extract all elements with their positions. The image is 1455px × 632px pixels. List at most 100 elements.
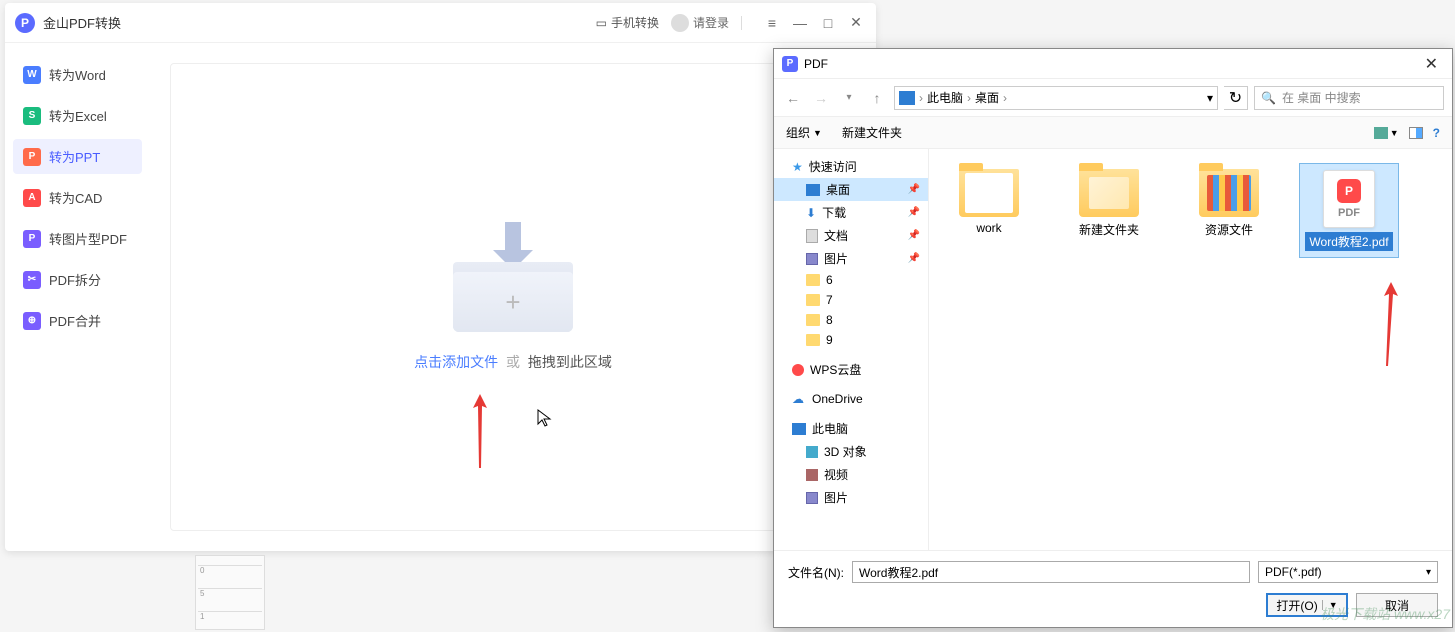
sidebar-item-word[interactable]: W转为Word	[13, 57, 142, 92]
separator	[741, 16, 742, 30]
avatar-icon	[671, 14, 689, 32]
dialog-title: PDF	[804, 57, 1419, 71]
dropzone-text: 点击添加文件 或 拖拽到此区域	[414, 352, 612, 372]
dropzone[interactable]: + 点击添加文件 或 拖拽到此区域	[170, 63, 856, 531]
forward-button[interactable]: →	[810, 87, 832, 109]
pc-icon	[792, 423, 806, 435]
file-item-folder[interactable]: 新建文件夹	[1059, 163, 1159, 258]
minimize-button[interactable]: —	[790, 13, 810, 33]
dialog-bottom: 文件名(N): PDF(*.pdf) ▾ 打开(O)▼ 取消	[774, 550, 1452, 627]
cancel-button[interactable]: 取消	[1356, 593, 1438, 617]
folder-tree: ★快速访问 桌面📌 ⬇下载📌 文档📌 图片📌 6 7 8 9 WPS云盘 ☁On…	[774, 149, 929, 550]
tree-folder-6[interactable]: 6	[774, 270, 928, 290]
pin-icon: 📌	[908, 230, 920, 241]
file-filter-select[interactable]: PDF(*.pdf) ▾	[1258, 561, 1438, 583]
sidebar-item-ppt[interactable]: P 转为PPT	[13, 139, 142, 174]
ppt-icon: P	[23, 148, 41, 166]
excel-icon: S	[23, 107, 41, 125]
file-list: work 新建文件夹 资源文件 P PDF Word教程2.pdf	[929, 149, 1452, 550]
app-title: 金山PDF转换	[43, 13, 596, 32]
folder-icon	[806, 314, 820, 326]
tree-videos[interactable]: 视频	[774, 463, 928, 486]
up-button[interactable]: ↑	[866, 87, 888, 109]
view-mode-button[interactable]: ▼	[1374, 126, 1399, 140]
maximize-button[interactable]: □	[818, 13, 838, 33]
menu-button[interactable]: ≡	[762, 13, 782, 33]
file-label: 新建文件夹	[1079, 221, 1139, 238]
close-button[interactable]: ✕	[846, 13, 866, 33]
tree-this-pc[interactable]: 此电脑	[774, 417, 928, 440]
phone-convert-link[interactable]: ▭ 手机转换	[596, 14, 659, 31]
chevron-right-icon: ›	[1003, 91, 1007, 105]
path-dropdown-icon[interactable]: ▾	[1207, 91, 1213, 105]
dropzone-drag-text: 拖拽到此区域	[528, 354, 612, 370]
sidebar-item-excel[interactable]: S转为Excel	[13, 98, 142, 133]
file-item-folder[interactable]: 资源文件	[1179, 163, 1279, 258]
new-folder-button[interactable]: 新建文件夹	[842, 124, 902, 141]
chevron-right-icon: ›	[919, 91, 923, 105]
login-link[interactable]: 请登录	[671, 14, 729, 32]
search-icon: 🔍	[1261, 91, 1276, 105]
folder-icon	[806, 294, 820, 306]
preview-pane-button[interactable]	[1409, 126, 1423, 140]
dialog-close-button[interactable]: ✕	[1419, 54, 1444, 74]
file-open-dialog: P PDF ✕ ← → ▾ ↑ › 此电脑 › 桌面 › ▾ ↻ 🔍 在 桌面 …	[773, 48, 1453, 628]
tree-onedrive[interactable]: ☁OneDrive	[774, 389, 928, 409]
chevron-down-icon: ▾	[1426, 567, 1431, 578]
sidebar-item-image-pdf[interactable]: P转图片型PDF	[13, 221, 142, 256]
cad-icon: A	[23, 189, 41, 207]
folder-icon	[806, 274, 820, 286]
pin-icon: 📌	[908, 253, 920, 264]
open-button[interactable]: 打开(O)▼	[1266, 593, 1348, 617]
wps-icon	[792, 364, 804, 376]
drive-icon	[899, 91, 915, 105]
onedrive-icon: ☁	[792, 392, 806, 406]
tree-quick-access[interactable]: ★快速访问	[774, 155, 928, 178]
file-label: work	[976, 221, 1001, 235]
refresh-button[interactable]: ↻	[1224, 86, 1248, 110]
tree-pictures-2[interactable]: 图片	[774, 486, 928, 509]
merge-icon: ⊕	[23, 312, 41, 330]
dialog-toolbar: 组织▼ 新建文件夹 ▼ ?	[774, 117, 1452, 149]
3d-icon	[806, 446, 818, 458]
ruler-fragment: 051	[195, 555, 265, 630]
star-icon: ★	[792, 160, 803, 174]
app-logo-icon: P	[15, 13, 35, 33]
main-app-window: P 金山PDF转换 ▭ 手机转换 请登录 ≡ — □ ✕ W转为Word S转为…	[5, 3, 876, 551]
tree-downloads[interactable]: ⬇下载📌	[774, 201, 928, 224]
file-item-folder[interactable]: work	[939, 163, 1039, 258]
filter-value: PDF(*.pdf)	[1265, 565, 1322, 579]
sidebar-item-cad[interactable]: A转为CAD	[13, 180, 142, 215]
path-segment[interactable]: 此电脑	[927, 89, 963, 106]
path-breadcrumb[interactable]: › 此电脑 › 桌面 › ▾	[894, 86, 1218, 110]
tree-3d-objects[interactable]: 3D 对象	[774, 440, 928, 463]
file-item-pdf[interactable]: P PDF Word教程2.pdf	[1299, 163, 1399, 258]
tree-pictures[interactable]: 图片📌	[774, 247, 928, 270]
help-button[interactable]: ?	[1433, 126, 1440, 140]
search-input[interactable]: 🔍 在 桌面 中搜索	[1254, 86, 1444, 110]
sidebar-item-label: 转图片型PDF	[49, 229, 127, 248]
sidebar-item-merge[interactable]: ⊕PDF合并	[13, 303, 142, 338]
dropzone-click-text: 点击添加文件	[414, 354, 498, 370]
chevron-down-icon: ▼	[1322, 600, 1338, 610]
phone-convert-label: 手机转换	[611, 14, 659, 31]
video-icon	[806, 469, 818, 481]
annotation-arrow-icon	[465, 390, 495, 470]
back-button[interactable]: ←	[782, 87, 804, 109]
tree-desktop[interactable]: 桌面📌	[774, 178, 928, 201]
filename-label: 文件名(N):	[788, 564, 844, 581]
sidebar-item-split[interactable]: ✂PDF拆分	[13, 262, 142, 297]
picture-icon	[806, 253, 818, 265]
dropzone-or: 或	[506, 354, 520, 370]
organize-menu[interactable]: 组织▼	[786, 124, 822, 141]
recent-dropdown[interactable]: ▾	[838, 87, 860, 109]
path-segment[interactable]: 桌面	[975, 89, 999, 106]
tree-documents[interactable]: 文档📌	[774, 224, 928, 247]
filename-input[interactable]	[852, 561, 1250, 583]
pin-icon: 📌	[908, 184, 920, 195]
tree-folder-9[interactable]: 9	[774, 330, 928, 350]
tree-folder-7[interactable]: 7	[774, 290, 928, 310]
sidebar-item-label: 转为PPT	[49, 147, 100, 166]
tree-wps-cloud[interactable]: WPS云盘	[774, 358, 928, 381]
tree-folder-8[interactable]: 8	[774, 310, 928, 330]
